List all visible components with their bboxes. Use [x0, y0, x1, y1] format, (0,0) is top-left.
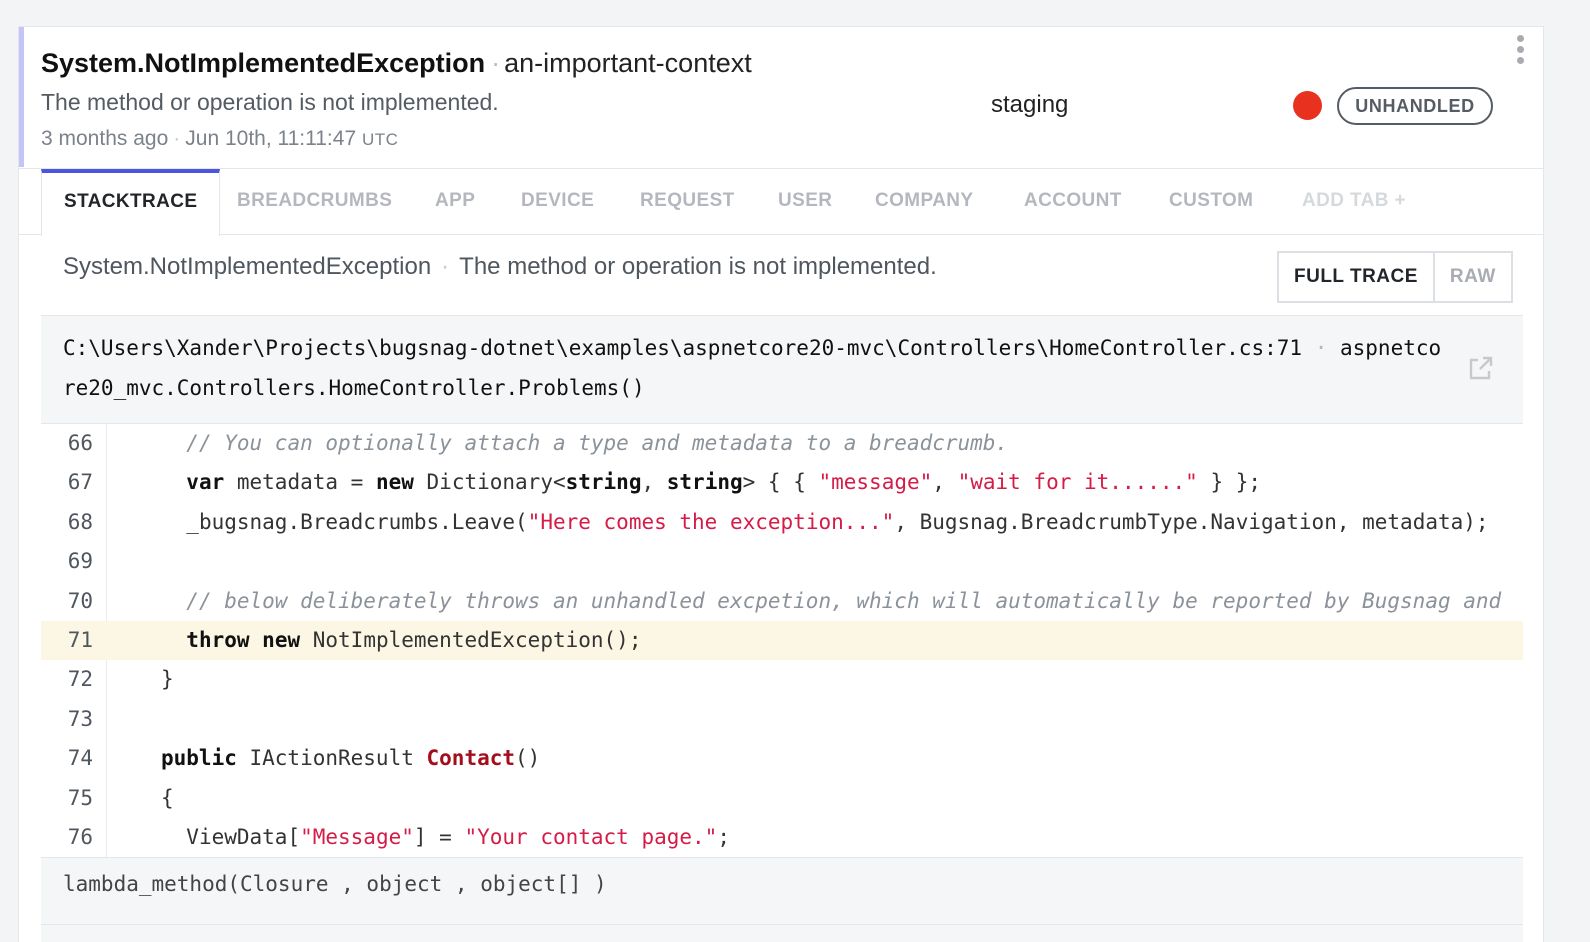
line-number: 71	[67, 628, 93, 652]
code-text: }	[161, 667, 174, 692]
tab-bar: STACKTRACE BREADCRUMBS APP DEVICE REQUES…	[19, 168, 1543, 236]
tab-stacktrace[interactable]: STACKTRACE	[41, 169, 221, 236]
error-timestamp-row: 3 months ago · Jun 10th, 11:11:47 UTC	[41, 127, 398, 151]
code-text: public IActionResult Contact()	[161, 746, 541, 771]
code-line: 67 var metadata = new Dictionary<string,…	[41, 463, 1523, 502]
tab-company[interactable]: COMPANY	[875, 169, 974, 235]
exception-message: The method or operation is not implement…	[459, 253, 937, 280]
tab-device[interactable]: DEVICE	[521, 169, 594, 235]
add-tab-button[interactable]: ADD TAB +	[1302, 169, 1406, 235]
line-number: 69	[67, 549, 93, 574]
relative-time: 3 months ago	[41, 127, 169, 150]
release-stage: staging	[991, 91, 1069, 118]
frame-separator: ·	[1314, 336, 1328, 360]
code-snippet: 66 // You can optionally attach a type a…	[41, 423, 1523, 857]
tab-app[interactable]: APP	[435, 169, 475, 235]
line-number: 75	[67, 785, 93, 810]
exception-separator: ·	[441, 253, 450, 280]
absolute-time: Jun 10th, 11:11:47	[185, 127, 357, 150]
trace-view-toggle: FULL TRACE RAW	[1277, 251, 1513, 303]
code-line: 68 _bugsnag.Breadcrumbs.Leave("Here come…	[41, 503, 1523, 542]
title-separator: ·	[491, 48, 501, 78]
code-line: 69	[41, 542, 1523, 581]
error-message: The method or operation is not implement…	[41, 89, 499, 115]
code-line: 66 // You can optionally attach a type a…	[41, 424, 1523, 463]
timezone: UTC	[361, 130, 399, 149]
tab-request[interactable]: REQUEST	[640, 169, 735, 235]
more-options-icon[interactable]	[1513, 35, 1527, 69]
error-title: System.NotImplementedException · an-import…	[41, 48, 752, 79]
code-line: 76 ViewData["Message"] = "Your contact p…	[41, 818, 1523, 857]
code-text: _bugsnag.Breadcrumbs.Leave("Here comes t…	[186, 509, 1489, 534]
exception-class: System.NotImplementedException	[63, 253, 432, 280]
code-text: // below deliberately throws an unhandle…	[186, 588, 1502, 613]
code-text: var metadata = new Dictionary<string, st…	[186, 470, 1262, 495]
code-text: throw new NotImplementedException();	[186, 628, 642, 652]
code-line: 70 // below deliberately throws an unhan…	[41, 582, 1523, 621]
tab-breadcrumbs[interactable]: BREADCRUMBS	[237, 169, 392, 235]
tab-custom[interactable]: CUSTOM	[1169, 169, 1253, 235]
stack-frame-next[interactable]: lambda_method(Closure , object , object[…	[41, 857, 1523, 925]
code-text: {	[161, 785, 174, 810]
line-number: 74	[67, 746, 93, 771]
stack-frame-continuation	[41, 925, 1523, 942]
full-trace-button[interactable]: FULL TRACE	[1279, 253, 1433, 301]
stack-frame-location: C:\Users\Xander\Projects\bugsnag-dotnet\…	[63, 328, 1453, 408]
external-link-icon[interactable]	[1467, 354, 1495, 382]
unhandled-badge: UNHANDLED	[1337, 87, 1493, 125]
code-line: 71 throw new NotImplementedException();	[41, 621, 1523, 660]
line-number: 76	[67, 825, 93, 849]
code-line: 74 public IActionResult Contact()	[41, 739, 1523, 778]
next-frame-method: lambda_method(Closure , object , object[…	[63, 872, 607, 896]
stack-frame-header[interactable]: C:\Users\Xander\Projects\bugsnag-dotnet\…	[41, 315, 1523, 423]
line-number: 70	[67, 588, 93, 613]
error-class: System.NotImplementedException	[41, 48, 486, 78]
frame-file: C:\Users\Xander\Projects\bugsnag-dotnet\…	[63, 336, 1303, 360]
card-accent-bar	[19, 27, 24, 167]
code-line: 73	[41, 700, 1523, 739]
line-number: 73	[67, 706, 93, 731]
severity-indicator	[1293, 91, 1322, 120]
code-line: 75 {	[41, 779, 1523, 818]
line-number: 72	[67, 667, 93, 692]
code-text: // You can optionally attach a type and …	[186, 431, 1009, 455]
error-card: System.NotImplementedException · an-import…	[18, 26, 1544, 942]
line-number: 66	[67, 431, 93, 455]
code-text: ViewData["Message"] = "Your contact page…	[186, 825, 730, 849]
line-number: 68	[67, 509, 93, 534]
meta-separator: ·	[173, 127, 181, 150]
line-number: 67	[67, 470, 93, 495]
code-line: 72}	[41, 660, 1523, 699]
tab-account[interactable]: ACCOUNT	[1024, 169, 1122, 235]
exception-summary: System.NotImplementedException · The metho…	[63, 253, 937, 281]
tab-user[interactable]: USER	[778, 169, 832, 235]
raw-button[interactable]: RAW	[1432, 253, 1511, 301]
error-context: an-important-context	[504, 48, 752, 78]
